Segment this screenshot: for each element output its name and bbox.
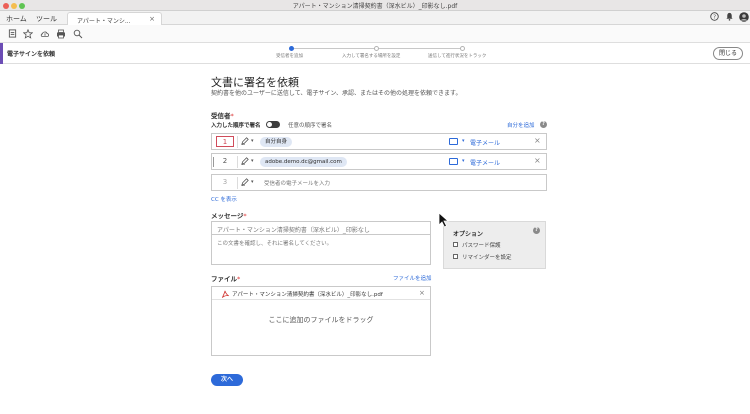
mouse-cursor-icon	[438, 212, 450, 232]
file-drop-area[interactable]: アパート・マンション清掃契約書（深水ビル）_印影なし.pdf × ここに追加のフ…	[211, 286, 431, 356]
document-tab-label: アパート・マンシ...	[77, 18, 131, 25]
recipient-chip[interactable]: adobe.demo.dc@gmail.com	[260, 157, 347, 167]
close-button[interactable]: 閉じる	[713, 47, 743, 60]
step-2-label: 入力して署名する場所を設定	[342, 54, 401, 59]
file-name: アパート・マンション清掃契約書（深水ビル）_印影なし.pdf	[232, 292, 383, 298]
recipient-row-2[interactable]: 2 ▾ adobe.demo.dc@gmail.com ▾ 電子メール ×	[211, 153, 547, 170]
step-3-dot	[460, 46, 465, 51]
message-body-input[interactable]: この文書を確認し、それに署名してください。	[211, 235, 431, 265]
email-icon	[449, 138, 458, 145]
tab-bar: ホーム ツール アパート・マンシ... ×	[0, 11, 750, 25]
tab-tools[interactable]: ツール	[36, 14, 57, 24]
remove-file-icon[interactable]: ×	[419, 289, 425, 297]
divider	[237, 136, 238, 148]
brand-accent-bar	[0, 43, 3, 64]
drag-handle[interactable]	[213, 157, 214, 167]
message-title-input[interactable]: アパート・マンション清掃契約書（深水ビル）_印影なし	[211, 221, 431, 235]
remove-recipient-icon[interactable]: ×	[534, 136, 541, 145]
password-checkbox[interactable]	[453, 242, 458, 247]
signer-role-icon[interactable]	[241, 157, 249, 167]
help-icon[interactable]: ?	[709, 12, 719, 22]
main-content: 文書に署名を依頼 契約書を他のユーザーに送信して、電子サイン、承認、またはその他…	[0, 64, 750, 414]
pdf-icon	[221, 290, 230, 300]
options-title: オプション	[453, 231, 484, 238]
remove-recipient-icon[interactable]: ×	[534, 156, 541, 165]
any-order-label: 任意の順序で署名	[288, 123, 333, 129]
star-icon[interactable]	[22, 28, 34, 39]
files-label: ファイル*	[211, 275, 241, 283]
chevron-down-icon[interactable]: ▾	[251, 158, 254, 164]
step-bar: 電子サインを依頼 受信者を追加 入力して署名する場所を設定 送信して進行状況をト…	[0, 43, 750, 64]
reminder-option-label: リマインダーを設定	[462, 255, 512, 261]
bell-icon[interactable]	[724, 12, 734, 22]
next-button[interactable]: 次へ	[211, 374, 243, 386]
recipients-label: 受信者*	[211, 112, 234, 120]
avatar[interactable]	[738, 12, 749, 22]
signer-role-icon[interactable]	[241, 137, 249, 147]
step-1-label: 受信者を追加	[276, 54, 303, 59]
show-cc-link[interactable]: CC を表示	[211, 195, 237, 203]
svg-text:?: ?	[713, 14, 716, 20]
recipient-number: 1	[216, 136, 234, 147]
signing-order-label: 入力した順序で署名	[211, 123, 261, 129]
recipient-number: 2	[222, 157, 228, 165]
delivery-method-select[interactable]: 電子メール	[470, 138, 500, 147]
chevron-down-icon[interactable]: ▾	[251, 138, 254, 144]
recipient-row-3[interactable]: 3 ▾ 受信者の電子メールを入力	[211, 174, 547, 191]
toolbar	[0, 25, 750, 43]
print-icon[interactable]	[56, 29, 66, 39]
recipient-chip[interactable]: 自分自身	[260, 137, 293, 147]
file-item: アパート・マンション清掃契約書（深水ビル）_印影なし.pdf ×	[212, 287, 430, 300]
delivery-method-select[interactable]: 電子メール	[470, 158, 500, 167]
password-option-label: パスワード保護	[462, 243, 501, 249]
email-icon	[449, 158, 458, 165]
divider	[237, 177, 238, 189]
step-3-label: 送信して進行状況をトラック	[428, 54, 487, 59]
chevron-down-icon[interactable]: ▾	[462, 138, 465, 144]
options-panel: オプション ? パスワード保護 リマインダーを設定	[443, 221, 546, 269]
window-titlebar: アパート・マンション清掃契約書（深水ビル）_印影なし.pdf	[0, 0, 750, 11]
message-label: メッセージ*	[211, 212, 247, 220]
step-2-dot	[374, 46, 379, 51]
search-icon[interactable]	[73, 29, 83, 39]
chevron-down-icon[interactable]: ▾	[462, 158, 465, 164]
signing-order-toggle[interactable]	[266, 121, 280, 128]
add-me-link[interactable]: 自分を追加	[507, 121, 535, 129]
recipient-number: 3	[222, 178, 228, 186]
create-icon[interactable]	[7, 29, 17, 39]
drop-hint: ここに追加のファイルをドラッグ	[268, 316, 374, 324]
close-tab-icon[interactable]: ×	[149, 15, 155, 23]
divider	[237, 156, 238, 168]
cloud-upload-icon[interactable]	[40, 29, 50, 39]
chevron-down-icon[interactable]: ▾	[251, 179, 254, 185]
form-description: 契約書を他のユーザーに送信して、電子サイン、承認、またはその他の処理を依頼できま…	[211, 90, 462, 97]
add-files-link[interactable]: ファイルを追加	[393, 274, 432, 282]
tab-document[interactable]: アパート・マンシ... ×	[67, 12, 162, 25]
page-title: 電子サインを依頼	[7, 51, 56, 58]
options-help-icon[interactable]: ?	[533, 227, 540, 234]
tab-home[interactable]: ホーム	[6, 14, 27, 24]
signer-role-icon[interactable]	[241, 178, 249, 188]
step-1-dot	[289, 46, 294, 51]
window-title: アパート・マンション清掃契約書（深水ビル）_印影なし.pdf	[292, 3, 458, 10]
reminder-checkbox[interactable]	[453, 254, 458, 259]
recipient-email-input[interactable]: 受信者の電子メールを入力	[264, 179, 330, 187]
recipient-row-1[interactable]: 1 ▾ 自分自身 ▾ 電子メール ×	[211, 133, 547, 150]
recipients-help-icon[interactable]: ?	[540, 121, 547, 128]
